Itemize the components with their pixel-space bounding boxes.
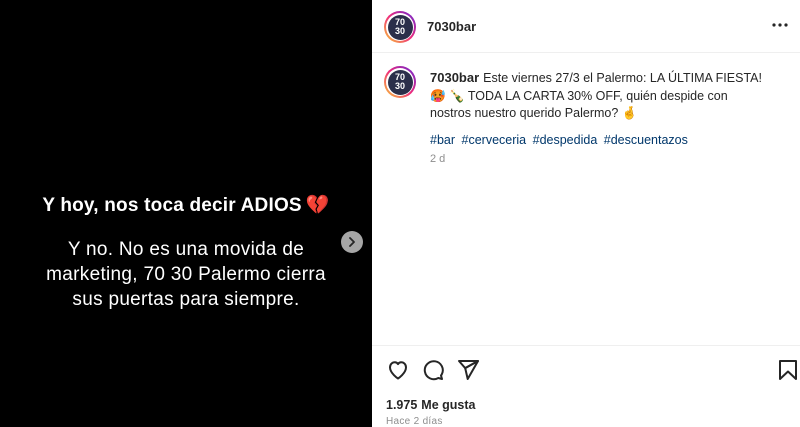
action-bar — [372, 345, 800, 393]
hashtag-link[interactable]: #despedida — [533, 133, 598, 147]
avatar-text: 30 — [394, 26, 405, 36]
media-body: Y no. No es una movida de marketing, 70 … — [0, 237, 372, 312]
caption-username[interactable]: 7030bar — [430, 70, 479, 85]
hashtag-list: #bar #cerveceria #despedida #descuentazo… — [430, 133, 691, 147]
media-headline: Y hoy, nos toca decir ADIOS 💔 — [0, 192, 372, 220]
post-header: 70 30 7030bar — [372, 0, 800, 53]
hashtag-link[interactable]: #descuentazos — [604, 133, 688, 147]
next-slide-button[interactable] — [341, 231, 363, 253]
post-timestamp: Hace 2 días — [386, 416, 443, 427]
media-body-line: marketing, 70 30 Palermo cierra — [46, 264, 326, 285]
broken-heart-emoji: 💔 — [305, 195, 330, 216]
like-count[interactable]: 1.975 Me gusta — [386, 398, 475, 412]
media-text: Y hoy, nos toca decir ADIOS 💔 Y no. No es… — [0, 192, 372, 312]
comment-icon[interactable] — [421, 358, 445, 382]
hashtag-link[interactable]: #bar — [430, 133, 455, 147]
header-username[interactable]: 7030bar — [427, 19, 476, 34]
media-headline-text: Y hoy, nos toca decir ADIOS — [42, 195, 302, 216]
chevron-right-icon — [349, 237, 355, 247]
like-count-number: 1.975 — [386, 398, 418, 412]
more-horizontal-icon[interactable] — [770, 15, 790, 35]
caption-avatar[interactable]: 70 30 — [384, 66, 416, 98]
hashtag-link[interactable]: #cerveceria — [462, 133, 527, 147]
bookmark-icon[interactable] — [776, 358, 800, 382]
caption-body: Este viernes 27/3 el Palermo: LA ÚLTIMA … — [430, 71, 762, 120]
caption-time: 2 d — [430, 153, 446, 165]
post-panel: 70 30 7030bar 70 30 7030bar Este viernes … — [372, 0, 800, 427]
avatar-text: 30 — [394, 81, 405, 91]
avatar[interactable]: 70 30 — [384, 11, 416, 43]
media-body-line: sus puertas para siempre. — [72, 289, 300, 310]
share-icon[interactable] — [456, 358, 480, 382]
media-body-line: Y no. No es una movida de — [67, 239, 305, 260]
like-count-label: Me gusta — [421, 398, 476, 412]
caption-text: 7030bar Este viernes 27/3 el Palermo: LA … — [430, 69, 770, 123]
post-media: Y hoy, nos toca decir ADIOS 💔 Y no. No es… — [0, 0, 372, 427]
heart-icon[interactable] — [386, 358, 410, 382]
